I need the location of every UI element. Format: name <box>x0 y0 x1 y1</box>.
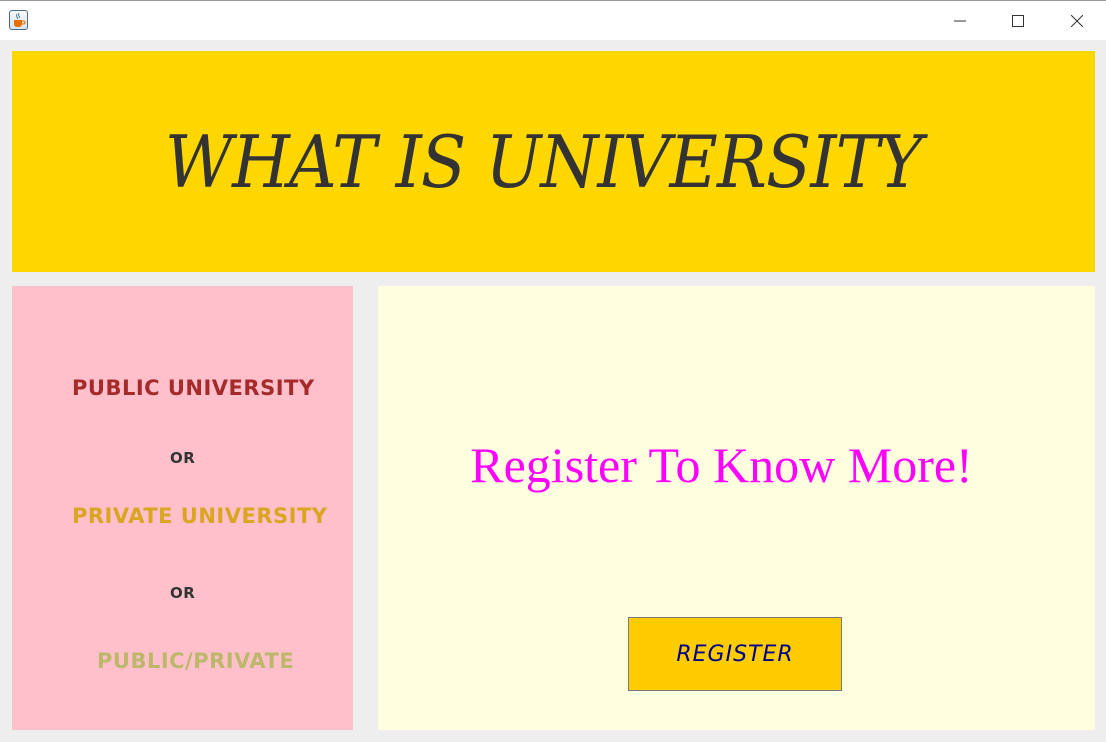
minimize-icon <box>954 20 966 21</box>
header-banner: WHAT IS UNIVERSITY <box>12 51 1095 272</box>
private-university-label: PRIVATE UNIVERSITY <box>72 504 328 528</box>
minimize-button[interactable] <box>931 1 989 40</box>
page-title: WHAT IS UNIVERSITY <box>165 119 923 204</box>
or-separator: OR <box>170 584 196 602</box>
register-button[interactable]: REGISTER <box>628 617 842 691</box>
close-icon <box>1071 14 1083 27</box>
university-types-panel: PUBLIC UNIVERSITY OR PRIVATE UNIVERSITY … <box>12 286 353 730</box>
public-university-label: PUBLIC UNIVERSITY <box>72 376 315 400</box>
public-private-label: PUBLIC/PRIVATE <box>97 649 295 673</box>
register-panel: Register To Know More! REGISTER <box>378 286 1095 730</box>
maximize-icon <box>1012 14 1024 27</box>
window-titlebar <box>0 0 1106 40</box>
close-button[interactable] <box>1048 1 1106 40</box>
maximize-button[interactable] <box>989 1 1047 40</box>
java-cup-icon <box>9 10 28 30</box>
register-prompt: Register To Know More! <box>470 437 973 493</box>
or-separator: OR <box>170 449 196 467</box>
